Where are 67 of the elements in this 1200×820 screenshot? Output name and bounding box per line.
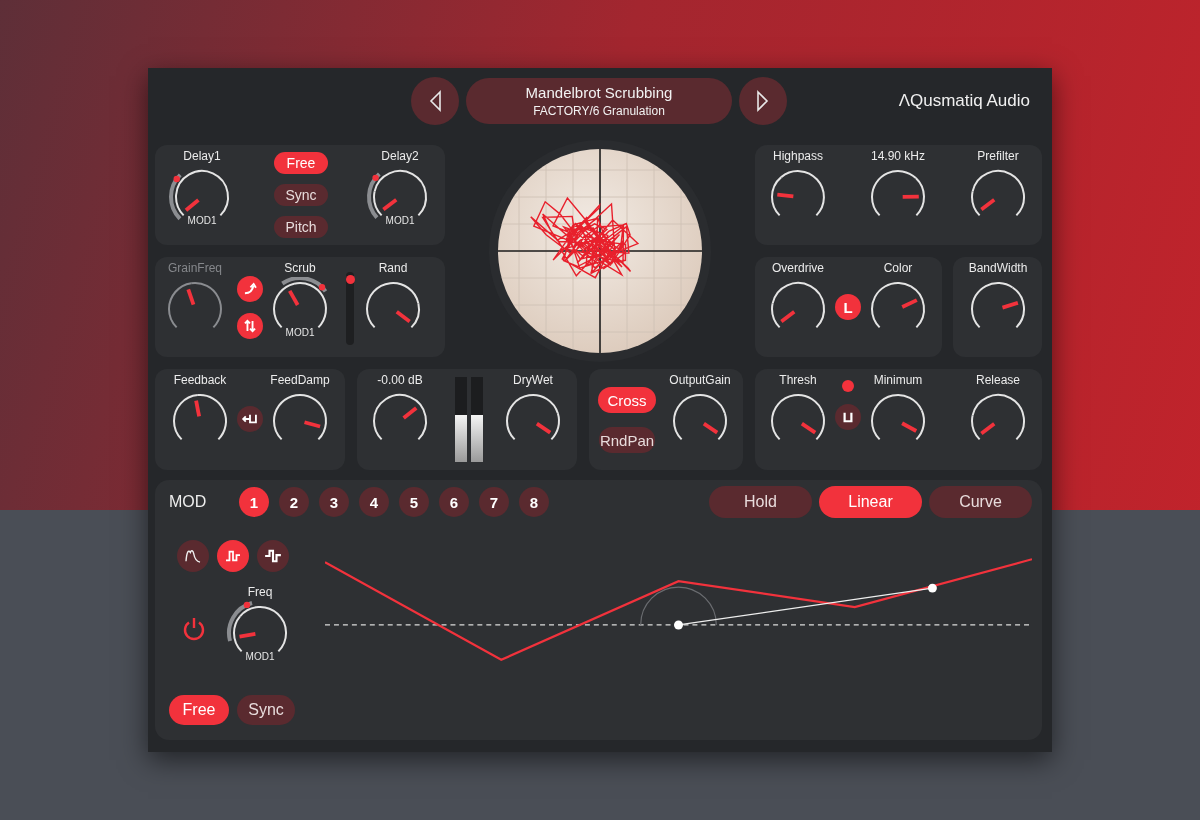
- modulator-tab[interactable]: 8: [519, 487, 549, 517]
- modulation-label: MOD1: [245, 651, 275, 662]
- modulation-label: MOD1: [285, 327, 315, 338]
- knob-label: Scrub: [284, 261, 316, 275]
- knob-label: Highpass: [773, 149, 823, 163]
- modulation-ring: [169, 173, 182, 221]
- preset-path: FACTORY/6 Granulation: [533, 104, 665, 118]
- knob-label: Thresh: [779, 373, 817, 387]
- interpolation-button[interactable]: Curve: [929, 486, 1032, 518]
- curve-toggle-button[interactable]: [237, 276, 263, 302]
- knob-label: BandWidth: [968, 261, 1028, 275]
- knob-label: Freq: [247, 585, 273, 599]
- wave-shape-button[interactable]: [257, 540, 289, 572]
- knob-label: DryWet: [513, 373, 553, 387]
- feedback-toggle-button[interactable]: [237, 406, 263, 432]
- swap-toggle-button[interactable]: [237, 313, 263, 339]
- modulation-ring: [281, 277, 328, 293]
- curve-handle[interactable]: [927, 583, 937, 593]
- knob-label: -0.00 dB: [377, 373, 423, 387]
- interpolation-button[interactable]: Linear: [819, 486, 922, 518]
- knob-label: Delay1: [183, 149, 221, 163]
- knob-label: Minimum: [873, 373, 923, 387]
- knob-label: OutputGain: [669, 373, 731, 387]
- wave-shape-button[interactable]: [217, 540, 249, 572]
- slider-thumb[interactable]: [345, 275, 355, 285]
- modulator-tab[interactable]: 3: [319, 487, 349, 517]
- modulation-label: MOD1: [385, 215, 415, 226]
- knob-label: Prefilter: [977, 149, 1019, 163]
- interpolation-button[interactable]: Hold: [709, 486, 812, 518]
- mode-button[interactable]: Sync: [274, 184, 328, 206]
- knob-label: Delay2: [381, 149, 419, 163]
- gate-toggle-button[interactable]: [835, 404, 861, 430]
- knob-label: 14.90 kHz: [871, 149, 925, 163]
- mode-button[interactable]: Sync: [237, 695, 295, 725]
- right-triangle-icon: [756, 90, 770, 112]
- power-icon[interactable]: [181, 615, 207, 641]
- left-triangle-icon: [428, 90, 442, 112]
- modulation-ring: [367, 172, 381, 219]
- previous-preset-button[interactable]: [411, 77, 459, 125]
- modulator-tab[interactable]: 2: [279, 487, 309, 517]
- preset-name: Mandelbrot Scrubbing: [525, 84, 673, 101]
- knob-label: FeedDamp: [270, 373, 330, 387]
- modulator-tab[interactable]: 4: [359, 487, 389, 517]
- mode-button[interactable]: Free: [169, 695, 229, 725]
- modulator-tab[interactable]: 6: [439, 487, 469, 517]
- knob-label: Feedback: [173, 373, 227, 387]
- brand-logo: ΛQusmatiq Audio: [898, 91, 1030, 111]
- next-preset-button[interactable]: [739, 77, 787, 125]
- knob-label: Color: [883, 261, 913, 275]
- knob-label: GrainFreq: [168, 261, 222, 275]
- mode-button[interactable]: Free: [274, 152, 328, 174]
- wave-shape-button[interactable]: [177, 540, 209, 572]
- mode-button[interactable]: Pitch: [274, 216, 328, 238]
- modulator-tab[interactable]: 5: [399, 487, 429, 517]
- knob-label: Rand: [378, 261, 408, 275]
- modulator-tab[interactable]: 7: [479, 487, 509, 517]
- preset-display[interactable]: Mandelbrot Scrubbing FACTORY/6 Granulation: [466, 78, 732, 124]
- curve-handle[interactable]: [674, 620, 683, 630]
- knob-label: Overdrive: [772, 261, 824, 275]
- mode-button[interactable]: RndPan: [599, 427, 655, 453]
- mode-toggle-button[interactable]: L: [835, 294, 861, 320]
- modulator-tab[interactable]: 1: [239, 487, 269, 517]
- section-title: MOD: [169, 493, 208, 511]
- modulation-ring: [227, 601, 253, 642]
- mode-button[interactable]: Cross: [598, 387, 656, 413]
- knob-label: Release: [976, 373, 1020, 387]
- modulation-label: MOD1: [187, 215, 217, 226]
